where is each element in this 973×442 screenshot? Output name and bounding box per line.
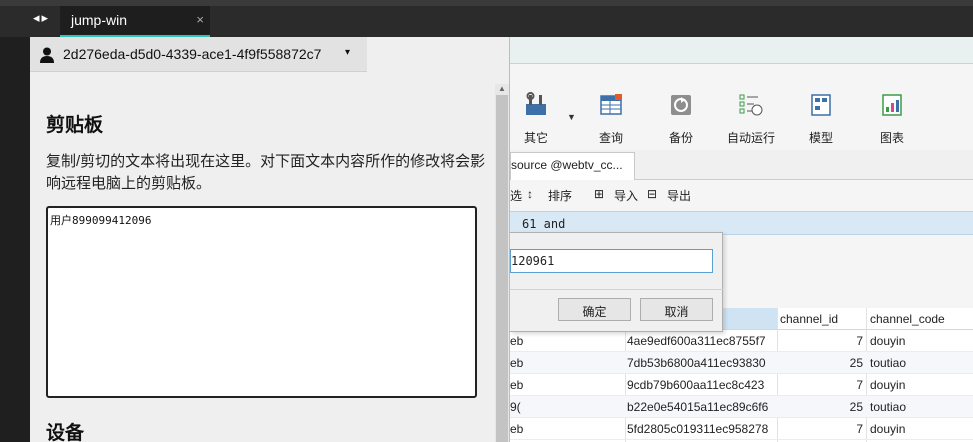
find-dialog: 120961 确定 取消: [510, 232, 723, 332]
table-row[interactable]: eb 9cdb79b600aa11ec8c423 7 douyin: [510, 374, 973, 396]
table-cell: b22e0e54015a11ec89c6f6: [627, 400, 769, 414]
tool-model[interactable]: 模型: [791, 92, 851, 146]
tool-other[interactable]: 其它: [506, 92, 566, 146]
document-tab[interactable]: source @webtv_cc...: [510, 152, 635, 180]
top-bar: ◂▸ jump-win ×: [0, 0, 973, 37]
tool-label: 查询: [598, 131, 623, 145]
ok-button[interactable]: 确定: [558, 298, 631, 321]
table-cell: 9(: [510, 400, 521, 414]
user-icon: [40, 47, 54, 63]
table-cell: 7: [856, 378, 863, 392]
remote-header: [510, 37, 973, 63]
tool-backup[interactable]: 备份: [651, 92, 711, 146]
table-cell: eb: [510, 378, 524, 392]
table-cell: douyin: [870, 422, 906, 436]
table-cell: eb: [510, 422, 524, 436]
remote-desktop[interactable]: 其它 ▼ 查询 备份 自动运行 模型 图表 source @webtv_cc..…: [510, 37, 973, 442]
table-row[interactable]: eb 4ae9edf600a311ec8755f7 7 douyin: [510, 330, 973, 352]
dialog-divider: [510, 289, 723, 290]
table-cell: 9cdb79b600aa11ec8c423: [627, 378, 765, 392]
export-icon: ⊟: [647, 187, 658, 201]
table-row[interactable]: eb 5fd2805c019311ec958278 7 douyin: [510, 418, 973, 440]
backup-icon: [671, 95, 691, 115]
table-cell: 7: [856, 334, 863, 348]
tab-jump-win[interactable]: jump-win ×: [60, 6, 210, 37]
tool-query[interactable]: 查询: [581, 92, 641, 146]
chevron-down-icon[interactable]: ▼: [567, 112, 576, 122]
table-cell: 25: [849, 400, 863, 414]
model-icon: [811, 94, 831, 116]
tool-label: 图表: [879, 131, 904, 145]
import-button[interactable]: 导入: [614, 187, 638, 204]
tool-label: 模型: [808, 131, 833, 145]
chevron-down-icon[interactable]: ▾: [345, 47, 350, 58]
chart-icon: [882, 94, 902, 116]
panel-scrollbar[interactable]: ▲: [495, 84, 509, 442]
filter-button[interactable]: 选: [510, 187, 522, 204]
cancel-button[interactable]: 取消: [640, 298, 713, 321]
table-cell: 7db53b6800a411ec93830: [627, 356, 766, 370]
query-icon: [600, 94, 622, 115]
table-cell: douyin: [870, 378, 906, 392]
export-button[interactable]: 导出: [667, 187, 691, 204]
table-cell: douyin: [870, 334, 906, 348]
column-header[interactable]: channel_code: [870, 312, 945, 326]
table-cell: 25: [849, 356, 863, 370]
table-cell: eb: [510, 334, 524, 348]
tab-label: jump-win: [71, 12, 128, 28]
clipboard-panel: 2d276eda-d5d0-4339-ace1-4f9f558872c7 ▾ 剪…: [30, 37, 510, 442]
tool-chart[interactable]: 图表: [862, 92, 922, 146]
table-cell: 7: [856, 422, 863, 436]
scrollbar-thumb[interactable]: [496, 95, 508, 442]
tool-label: 其它: [523, 131, 548, 145]
table-cell: eb: [510, 356, 524, 370]
connection-id: 2d276eda-d5d0-4339-ace1-4f9f558872c7: [63, 46, 322, 62]
sort-button[interactable]: 排序: [548, 187, 572, 204]
table-cell: toutiao: [870, 356, 907, 370]
table-cell: 5fd2805c019311ec958278: [627, 422, 769, 436]
connection-selector[interactable]: 2d276eda-d5d0-4339-ace1-4f9f558872c7 ▾: [30, 37, 367, 72]
tool-autorun[interactable]: 自动运行: [721, 92, 781, 146]
column-header[interactable]: channel_id: [780, 312, 838, 326]
tools-icon: [526, 92, 546, 115]
remote-toolbar: 其它 ▼ 查询 备份 自动运行 模型 图表: [510, 92, 973, 152]
devices-title: 设备: [46, 423, 85, 442]
nav-arrows-icon[interactable]: ◂▸: [33, 10, 50, 26]
clipboard-title: 剪贴板: [46, 115, 104, 136]
table-subtoolbar: 选 ↕ 排序 ⊞ 导入 ⊟ 导出: [510, 181, 973, 209]
document-tabbar: source @webtv_cc...: [510, 150, 973, 180]
tool-label: 自动运行: [726, 131, 775, 145]
table-cell: 4ae9edf600a311ec8755f7: [627, 334, 766, 348]
import-icon: ⊞: [594, 187, 605, 201]
sort-icon: ↕: [527, 187, 533, 201]
table-cell: toutiao: [870, 400, 907, 414]
table-row[interactable]: eb 7db53b6800a411ec93830 25 toutiao: [510, 352, 973, 374]
left-gutter: [0, 37, 30, 442]
table-row[interactable]: 9( b22e0e54015a11ec89c6f6 25 toutiao: [510, 396, 973, 418]
clipboard-description: 复制/剪切的文本将出现在这里。对下面文本内容所作的修改将会影响远程电脑上的剪贴板…: [46, 153, 486, 192]
find-input[interactable]: 120961: [510, 249, 713, 273]
remote-divider: [510, 63, 973, 64]
autorun-icon: [739, 94, 763, 116]
tool-label: 备份: [668, 131, 693, 145]
scroll-up-icon[interactable]: ▲: [498, 84, 506, 93]
close-icon[interactable]: ×: [196, 12, 204, 27]
clipboard-textarea[interactable]: 用户899099412096: [46, 206, 477, 398]
